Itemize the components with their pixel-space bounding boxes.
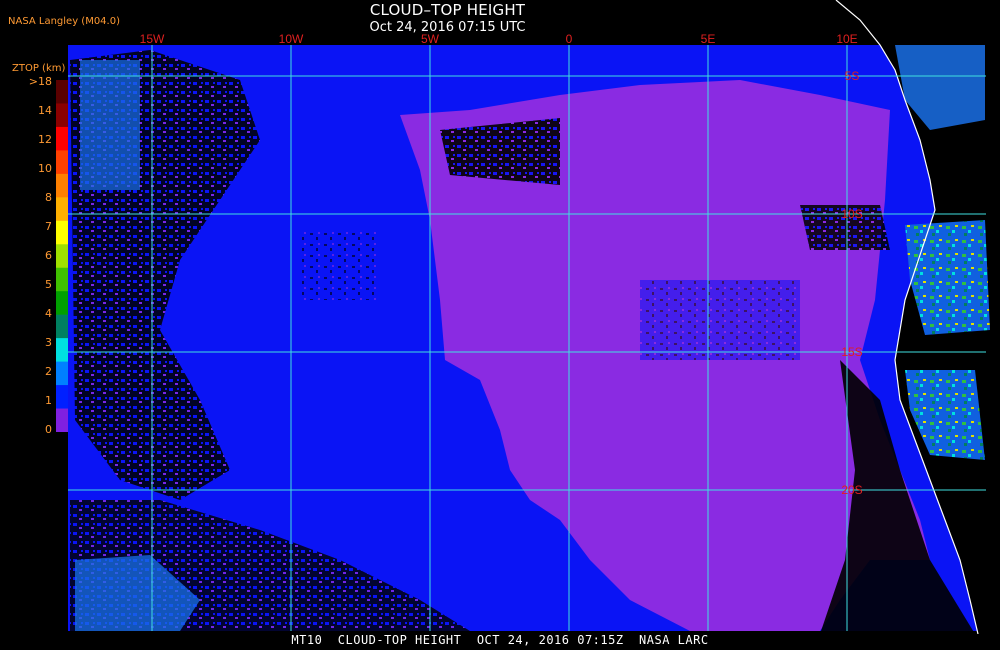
longitude-label: 5W: [421, 32, 440, 46]
cloud-top-height-map: 15W 10W 5W 0 5E 10E 5S 10S 15S 20S: [68, 0, 1000, 634]
footer-caption: MT10 CLOUD-TOP HEIGHT OCT 24, 2016 07:15…: [291, 633, 709, 647]
latitude-label: 10S: [841, 207, 862, 221]
longitude-labels: 15W 10W 5W 0 5E 10E: [140, 32, 858, 46]
latitude-label: 15S: [841, 345, 862, 359]
longitude-label: 5E: [701, 32, 716, 46]
scattered-cloud-patch-2: [640, 280, 800, 360]
latitude-label: 20S: [841, 483, 862, 497]
longitude-label: 0: [566, 32, 573, 46]
longitude-label: 10E: [836, 32, 857, 46]
longitude-label: 10W: [279, 32, 304, 46]
light-blue-patch-nw: [80, 60, 140, 190]
scattered-cloud-patch: [300, 230, 380, 300]
latitude-label: 5S: [845, 69, 860, 83]
longitude-label: 15W: [140, 32, 165, 46]
